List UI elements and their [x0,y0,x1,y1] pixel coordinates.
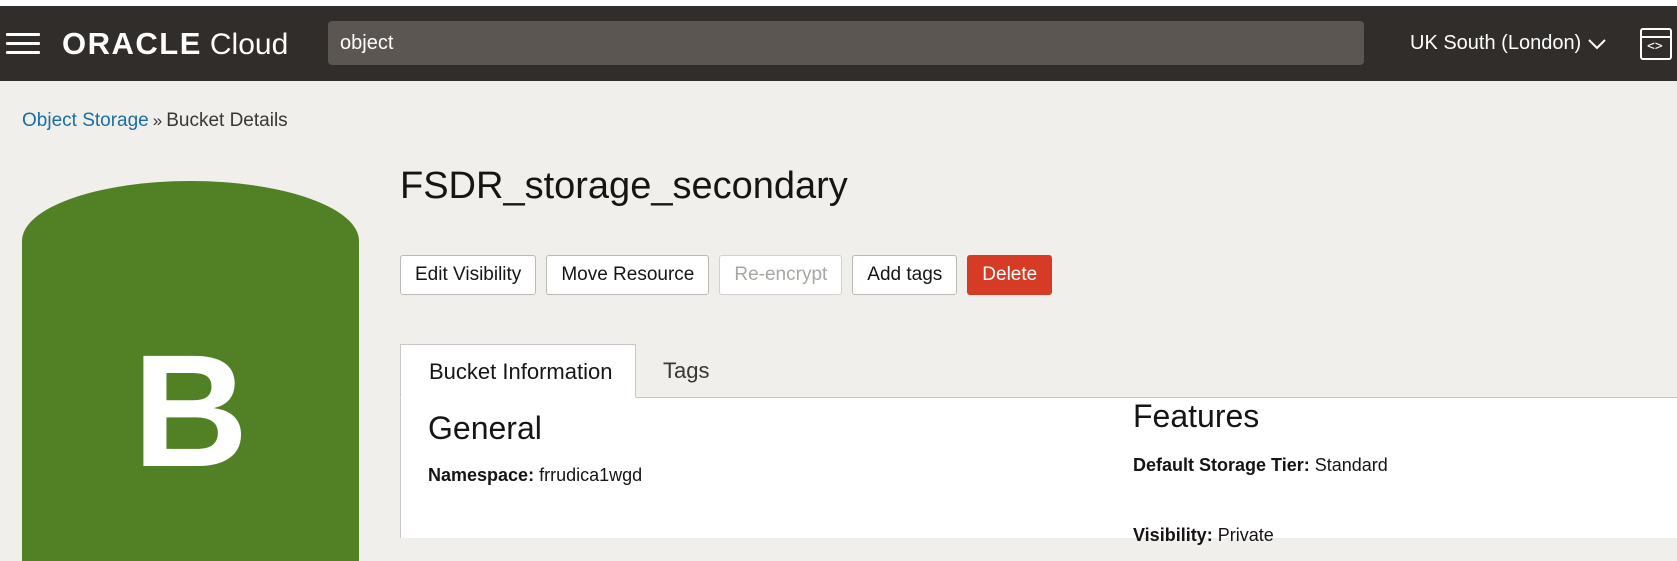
region-label: UK South (London) [1410,32,1582,54]
breadcrumb-current: Bucket Details [166,110,288,131]
move-resource-button[interactable]: Move Resource [546,255,710,295]
breadcrumb-separator: » [152,111,163,130]
edit-visibility-button[interactable]: Edit Visibility [400,255,537,295]
action-bar: Edit Visibility Move Resource Re-encrypt… [400,255,1062,295]
breadcrumb-object-storage[interactable]: Object Storage [22,110,149,131]
bucket-icon: B [22,181,359,561]
chevron-down-icon [1588,38,1606,49]
developer-tools-icon[interactable]: <> [1640,28,1672,60]
reencrypt-button: Re-encrypt [719,255,843,295]
tab-bucket-information[interactable]: Bucket Information [400,344,636,398]
logo-brand: ORACLE [62,26,202,61]
tab-bar: Bucket Information Tags [400,344,1677,398]
storage-tier-row: Default Storage Tier: Standard [1133,455,1388,476]
tab-tags[interactable]: Tags [663,344,709,398]
search-input[interactable] [328,21,1364,65]
oracle-cloud-logo[interactable]: ORACLE Cloud [62,26,288,62]
namespace-value: frrudica1wgd [539,465,643,485]
features-section-title: Features [1133,398,1260,434]
top-header: ORACLE Cloud UK South (London) <> [0,6,1677,81]
page-title: FSDR_storage_secondary [400,165,848,207]
storage-tier-label: Default Storage Tier: [1133,455,1310,475]
breadcrumb: Object Storage» Bucket Details [22,110,288,132]
bucket-icon-letter: B [132,321,249,500]
menu-icon[interactable] [6,33,40,55]
namespace-label: Namespace: [428,465,535,485]
region-selector[interactable]: UK South (London) [1410,32,1607,55]
general-section-title: General [428,410,542,446]
namespace-row: Namespace: frrudica1wgd [428,465,642,486]
logo-product: Cloud [209,28,289,61]
bucket-information-panel: General Namespace: frrudica1wgd Features… [400,398,1677,545]
add-tags-button[interactable]: Add tags [852,255,958,295]
storage-tier-value: Standard [1314,455,1388,475]
delete-button[interactable]: Delete [967,255,1053,295]
visibility-value: Private [1217,525,1274,545]
visibility-row: Visibility: Private [1133,525,1274,546]
visibility-label: Visibility: [1133,525,1213,545]
